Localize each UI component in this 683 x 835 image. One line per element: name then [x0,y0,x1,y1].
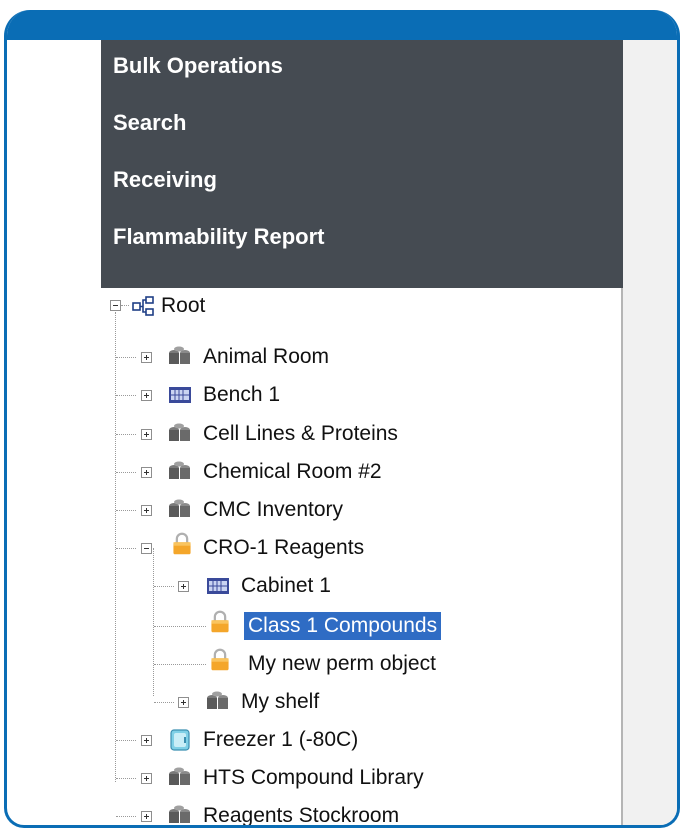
tree-node-selected[interactable]: Class 1 Compounds [244,612,442,640]
menu-item-bulk-operations[interactable]: Bulk Operations [113,53,283,79]
tree-connector [116,395,136,396]
bench-icon [207,578,229,594]
shelf-icon [169,767,190,785]
tree-connector [116,510,136,511]
shelf-icon [207,691,228,709]
tree-node[interactable]: HTS Compound Library [199,764,428,792]
tree-connector [154,586,174,587]
location-tree: Root Animal Room Bench 1 Cell Lines & Pr… [101,288,623,825]
expand-toggle[interactable] [178,581,189,592]
tree-node[interactable]: My shelf [237,688,323,716]
tree-connector [153,548,154,696]
collapse-toggle[interactable] [141,543,152,554]
tree-connector [116,472,136,473]
shelf-icon [169,499,190,517]
app-frame: Bulk Operations Search Receiving Flammab… [4,10,680,828]
tree-connector [154,702,174,703]
shelf-icon [169,346,190,364]
lock-icon [173,532,191,555]
tree-node[interactable]: Chemical Room #2 [199,458,386,486]
tree-node[interactable]: Reagents Stockroom [199,802,403,825]
expand-toggle[interactable] [141,352,152,363]
expand-toggle[interactable] [141,429,152,440]
shelf-icon [169,461,190,479]
freezer-icon [170,729,190,751]
side-menu: Bulk Operations Search Receiving Flammab… [101,40,623,288]
tree-connector [154,664,206,665]
menu-item-search[interactable]: Search [113,110,186,136]
collapse-toggle[interactable] [110,300,121,311]
expand-toggle[interactable] [178,697,189,708]
menu-item-receiving[interactable]: Receiving [113,167,217,193]
tree-node[interactable]: Cabinet 1 [237,572,335,600]
tree-connector [116,816,136,817]
tree-connector [116,548,136,549]
tree-connector [116,357,136,358]
bench-icon [169,387,191,403]
tree-node[interactable]: Cell Lines & Proteins [199,420,402,448]
tree-connector [121,305,129,306]
tree-connector [116,434,136,435]
tree-connector [116,778,136,779]
tree-connector [154,626,206,627]
lock-icon [211,648,229,671]
header-bar [7,10,677,40]
menu-item-flammability-report[interactable]: Flammability Report [113,224,324,250]
expand-toggle[interactable] [141,390,152,401]
tree-node[interactable]: Freezer 1 (-80C) [199,726,362,754]
shelf-icon [169,805,190,823]
tree-node[interactable]: CMC Inventory [199,496,347,524]
tree-node[interactable]: Bench 1 [199,381,284,409]
tree-node[interactable]: CRO-1 Reagents [199,534,368,562]
expand-toggle[interactable] [141,811,152,822]
hierarchy-icon [132,296,154,316]
shelf-icon [169,423,190,441]
tree-node[interactable]: Animal Room [199,343,333,371]
expand-toggle[interactable] [141,773,152,784]
expand-toggle[interactable] [141,467,152,478]
expand-toggle[interactable] [141,735,152,746]
expand-toggle[interactable] [141,505,152,516]
tree-connector [115,312,116,782]
tree-node[interactable]: My new perm object [244,650,440,678]
tree-connector [116,740,136,741]
lock-icon [211,610,229,633]
content-panel [623,40,677,825]
tree-node-root[interactable]: Root [157,292,209,320]
